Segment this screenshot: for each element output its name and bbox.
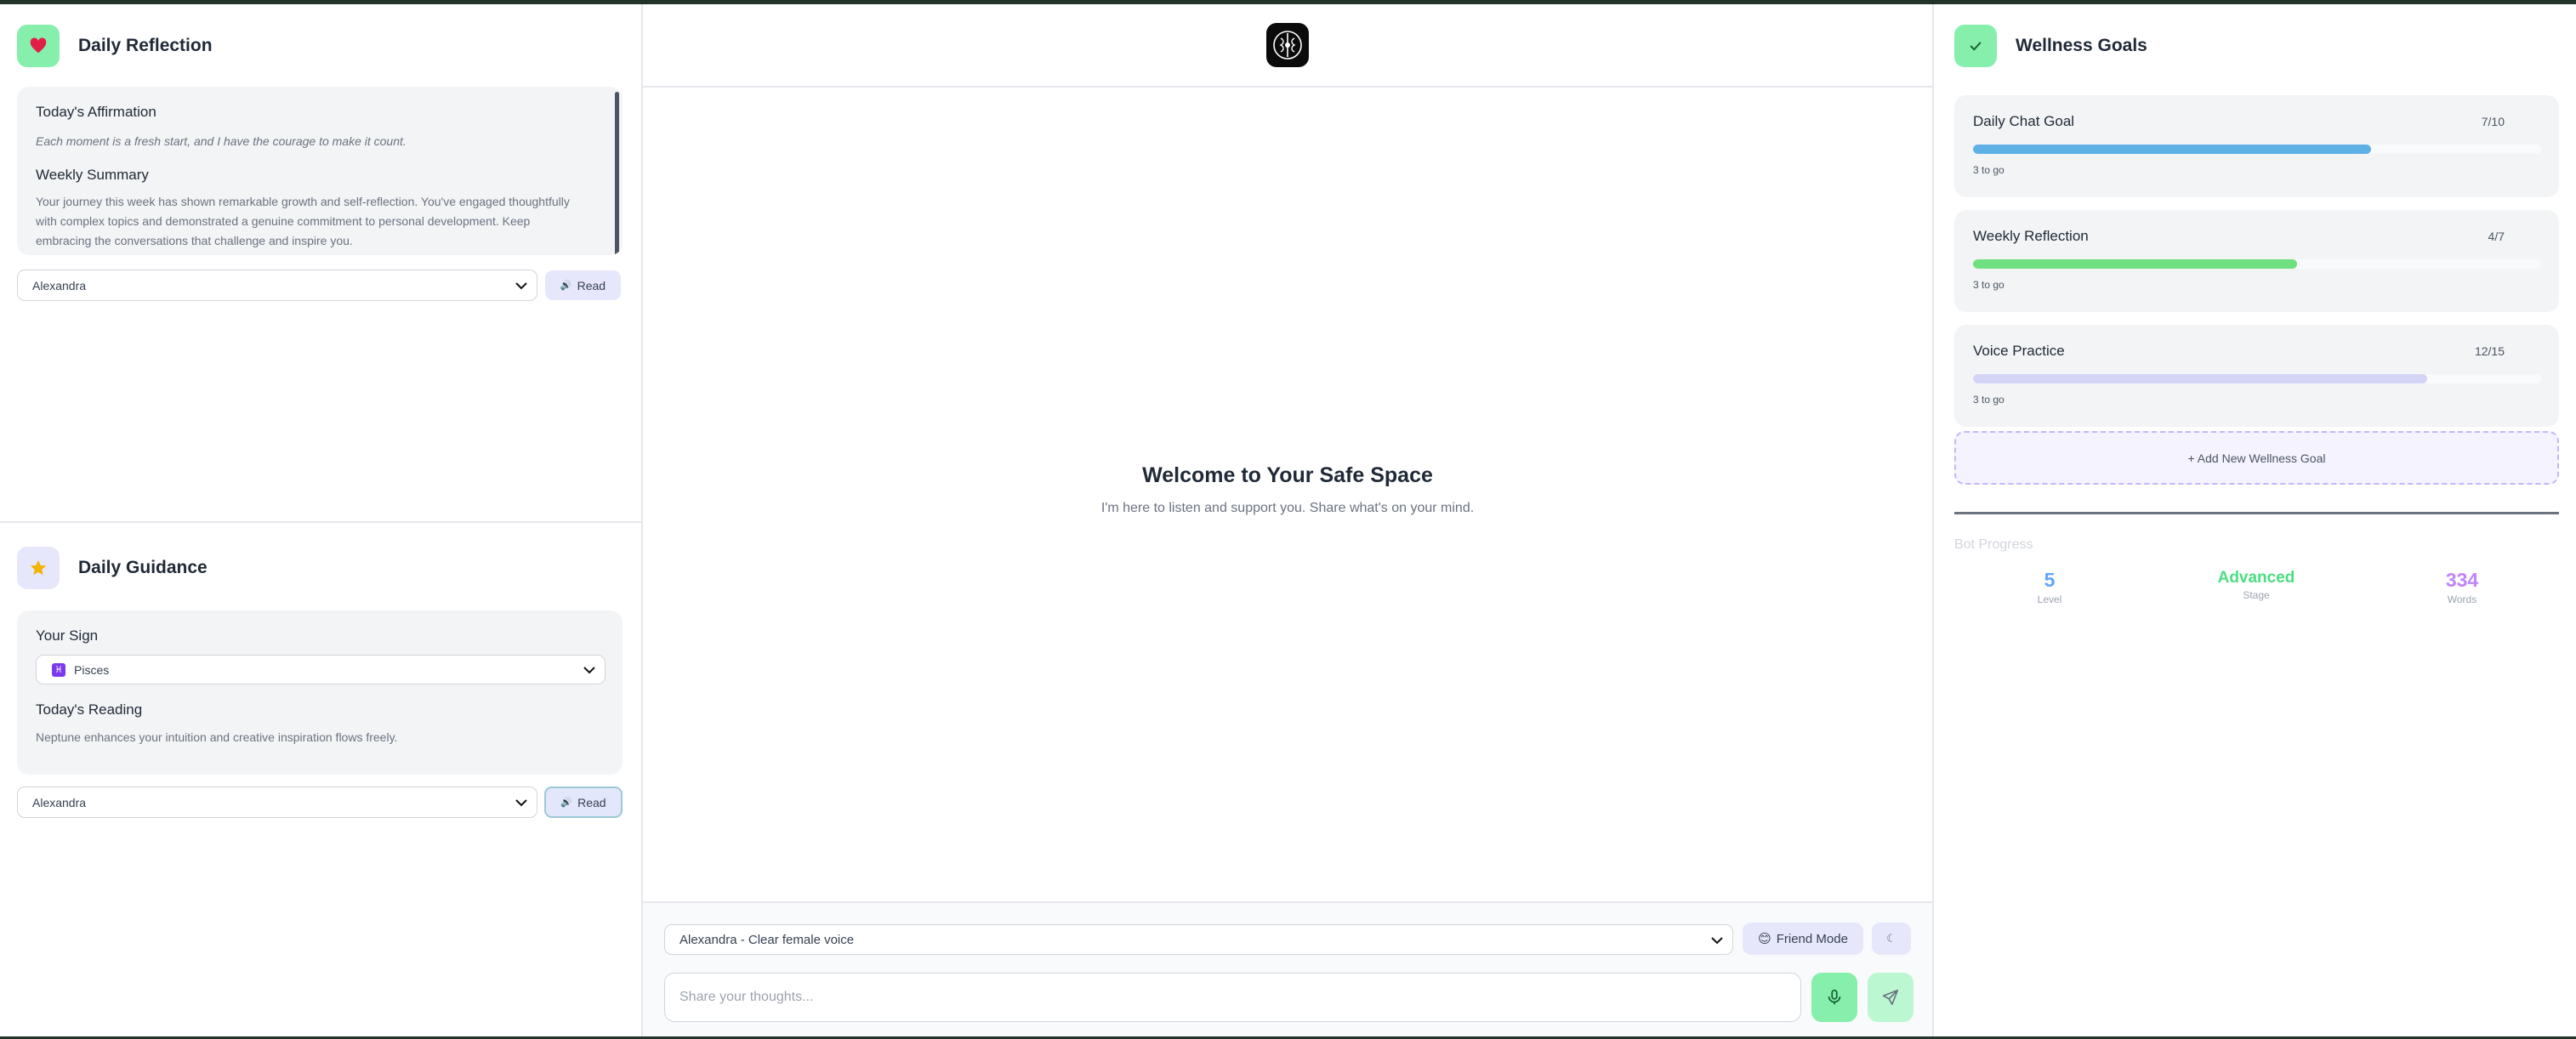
reflection-voice-select[interactable]: Alexandra <box>17 270 537 301</box>
message-placeholder: Share your thoughts... <box>680 990 814 1004</box>
chat-composer: Alexandra - Clear female voice 😊 Friend … <box>643 901 1932 1036</box>
wellness-goals-title: Wellness Goals <box>2016 36 2147 55</box>
star-icon <box>17 547 60 589</box>
goal-progress-bar <box>1973 374 2541 383</box>
reading-heading: Today's Reading <box>36 701 143 718</box>
summary-text: Your journey this week has shown remarka… <box>36 195 570 247</box>
check-icon <box>1954 25 1997 67</box>
affirmation-heading: Today's Affirmation <box>36 104 156 120</box>
goal-progress-bar <box>1973 145 2541 154</box>
words-label: Words <box>2447 593 2477 605</box>
message-input[interactable]: Share your thoughts... <box>664 973 1801 1022</box>
goal-progress-fill <box>1973 145 2371 154</box>
chevron-down-icon <box>515 799 527 807</box>
send-button[interactable] <box>1868 973 1914 1022</box>
section-divider <box>1954 512 2559 514</box>
goal-count: 4/7 <box>2488 230 2505 243</box>
chat-area: Welcome to Your Safe Space I'm here to l… <box>643 4 1932 1036</box>
summary-heading: Weekly Summary <box>36 167 149 183</box>
welcome-message: Welcome to Your Safe Space I'm here to l… <box>643 463 1932 516</box>
chat-voice-value: Alexandra - Clear female voice <box>680 932 855 947</box>
smile-icon: 😊 <box>1758 932 1771 946</box>
goal-count: 7/10 <box>2481 115 2505 128</box>
reflection-card: Today's Affirmation Each moment is a fre… <box>17 87 623 255</box>
goal-card: Weekly Reflection 4/7 3 to go <box>1954 210 2559 312</box>
moon-icon: ☾ <box>1886 932 1896 945</box>
goal-remaining: 3 to go <box>1973 164 2005 176</box>
speaker-icon: 🔊 <box>560 798 573 808</box>
theme-toggle-button[interactable]: ☾ <box>1872 923 1911 955</box>
microphone-button[interactable] <box>1811 973 1857 1022</box>
chat-voice-select[interactable]: Alexandra - Clear female voice <box>664 924 1733 955</box>
guidance-voice-select[interactable]: Alexandra <box>17 786 537 818</box>
welcome-subtitle: I'm here to listen and support you. Shar… <box>1100 501 1475 515</box>
level-value: 5 <box>2044 569 2056 591</box>
goal-name: Voice Practice <box>1973 343 2065 359</box>
wellness-goals-header: Wellness Goals <box>1954 25 2147 67</box>
chat-header <box>643 4 1932 88</box>
stage-value: Advanced <box>2217 569 2295 587</box>
guidance-read-button[interactable]: 🔊 Read <box>544 786 623 818</box>
words-stat: 334 Words <box>2394 569 2530 605</box>
speaker-icon: 🔊 <box>560 281 572 291</box>
bot-progress-title: Bot Progress <box>1954 537 2033 552</box>
daily-guidance-title: Daily Guidance <box>78 558 208 577</box>
level-label: Level <box>2037 593 2062 605</box>
goal-count: 12/15 <box>2474 344 2505 358</box>
sign-heading: Your Sign <box>36 627 99 644</box>
welcome-title: Welcome to Your Safe Space <box>1142 463 1433 487</box>
daily-reflection-title: Daily Reflection <box>78 36 213 55</box>
reflection-read-label: Read <box>577 278 606 292</box>
goal-card: Daily Chat Goal 7/10 3 to go <box>1954 95 2559 197</box>
left-sidebar: Daily Reflection Today's Affirmation Eac… <box>0 4 643 1036</box>
section-divider <box>0 521 643 523</box>
goal-name: Daily Chat Goal <box>1973 113 2075 129</box>
chevron-down-icon <box>1711 937 1723 945</box>
friend-mode-button[interactable]: 😊 Friend Mode <box>1743 923 1863 955</box>
daily-guidance-header: Daily Guidance <box>17 547 623 589</box>
add-wellness-goal-button[interactable]: + Add New Wellness Goal <box>1954 431 2559 485</box>
affirmation-text: Each moment is a fresh start, and I have… <box>36 134 407 148</box>
goal-progress-fill <box>1973 374 2428 383</box>
goal-card: Voice Practice 12/15 3 to go <box>1954 325 2559 427</box>
daily-reflection-header: Daily Reflection <box>17 25 623 67</box>
guidance-read-label: Read <box>577 795 606 809</box>
right-sidebar: Wellness Goals Daily Chat Goal 7/10 3 to… <box>1932 4 2576 1036</box>
pisces-icon: ♓ <box>52 662 65 677</box>
zodiac-sign-select[interactable]: ♓ Pisces <box>36 655 606 684</box>
chevron-down-icon <box>583 667 595 674</box>
reflection-voice-value: Alexandra <box>32 278 87 292</box>
goal-name: Weekly Reflection <box>1973 228 2089 244</box>
microphone-icon <box>1828 989 1841 1005</box>
reflection-read-button[interactable]: 🔊 Read <box>545 270 621 300</box>
friend-mode-label: Friend Mode <box>1776 931 1848 946</box>
reflection-scrollbar[interactable] <box>615 92 619 255</box>
brain-logo-icon <box>1266 23 1309 67</box>
level-stat: 5 Level <box>1982 569 2118 605</box>
goal-remaining: 3 to go <box>1973 394 2005 406</box>
goal-progress-bar <box>1973 259 2541 269</box>
guidance-voice-value: Alexandra <box>32 795 87 809</box>
guidance-card: Your Sign ♓ Pisces Today's Reading Neptu… <box>17 610 623 775</box>
words-value: 334 <box>2445 569 2479 591</box>
goal-remaining: 3 to go <box>1973 279 2005 291</box>
heart-icon <box>17 25 60 67</box>
stage-label: Stage <box>2243 589 2270 601</box>
send-icon <box>1882 989 1899 1006</box>
chevron-down-icon <box>515 282 527 290</box>
goal-progress-fill <box>1973 259 2298 269</box>
reading-text: Neptune enhances your intuition and crea… <box>36 730 398 744</box>
zodiac-sign-value: Pisces <box>74 662 110 677</box>
stage-stat: Advanced Stage <box>2188 569 2324 601</box>
